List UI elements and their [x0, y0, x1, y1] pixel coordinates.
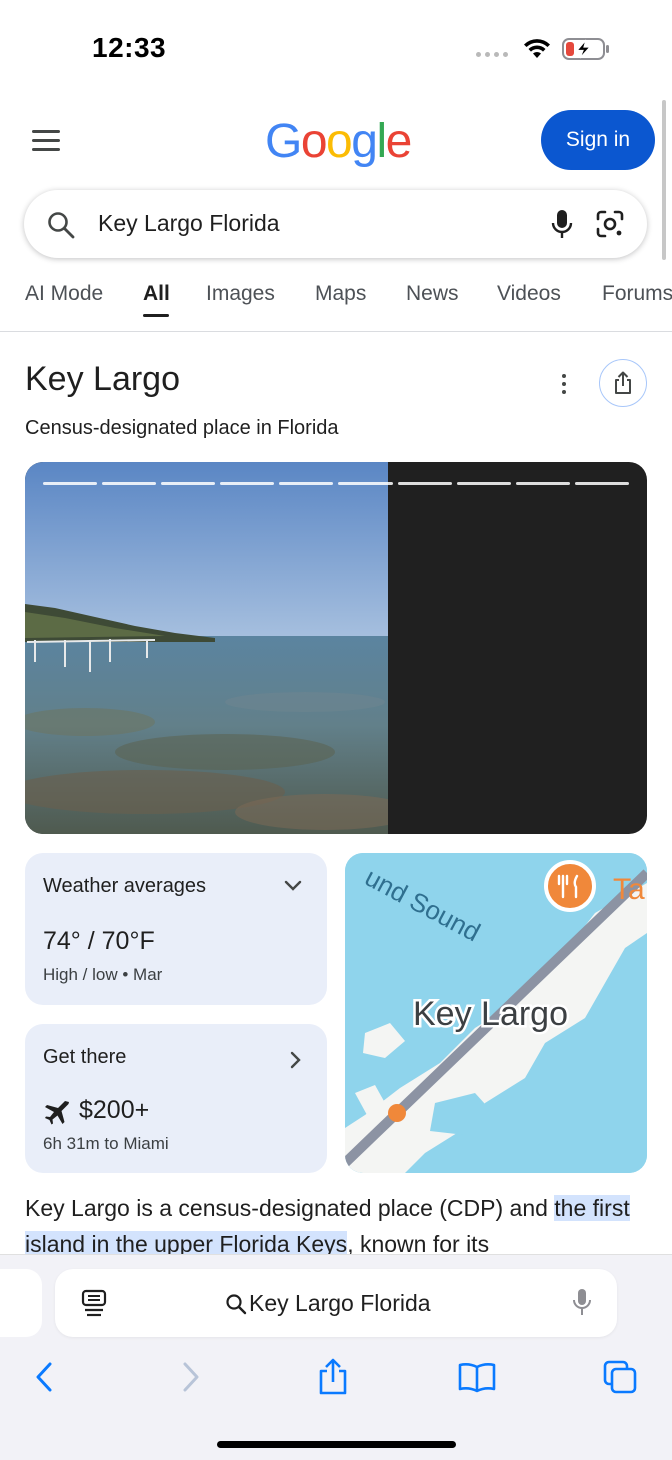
airplane-icon — [45, 1101, 69, 1125]
active-tab-indicator — [143, 314, 169, 317]
status-bar: 12:33 — [0, 0, 672, 96]
weather-temperatures: 74° / 70°F — [43, 927, 155, 955]
share-button[interactable] — [599, 359, 647, 407]
sign-in-button[interactable]: Sign in — [541, 110, 655, 170]
flight-price: $200+ — [79, 1096, 150, 1124]
image-story-viewer[interactable] — [25, 462, 647, 834]
key-largo-photo[interactable] — [25, 462, 388, 834]
google-lens-icon[interactable] — [594, 208, 626, 240]
share-page-button[interactable] — [311, 1355, 355, 1399]
tabs-button[interactable] — [598, 1355, 642, 1399]
weather-detail: High / low • Mar — [43, 965, 163, 984]
home-indicator[interactable] — [217, 1441, 456, 1448]
search-icon — [226, 1294, 247, 1315]
get-there-title: Get there — [43, 1046, 127, 1068]
flight-detail: 6h 31m to Miami — [43, 1134, 169, 1153]
tab-all[interactable]: All — [143, 282, 170, 306]
page-menu-icon[interactable] — [81, 1289, 107, 1317]
previous-tab-preview[interactable] — [0, 1269, 42, 1337]
map-partial-label: Ta — [613, 873, 645, 906]
share-icon — [319, 1358, 347, 1395]
more-options-icon[interactable] — [554, 370, 574, 398]
chevron-right-icon[interactable] — [289, 1050, 303, 1070]
chevron-right-icon — [183, 1362, 199, 1392]
knowledge-panel-subtitle: Census-designated place in Florida — [25, 417, 339, 439]
search-input[interactable]: Key Largo Florida — [98, 210, 280, 237]
tab-forums[interactable]: Forums — [602, 282, 672, 306]
search-tabs: AI Mode All Images Maps News Videos Foru… — [0, 268, 672, 332]
address-text[interactable]: Key Largo Florida — [249, 1290, 431, 1317]
battery-charging-icon — [562, 38, 609, 60]
story-progress-bar — [43, 482, 629, 485]
map-card[interactable]: und Sound Ta Key Largo — [345, 853, 647, 1173]
get-there-card[interactable]: Get there $200+ 6h 31m to Miami — [25, 1024, 327, 1173]
chevron-down-icon[interactable] — [283, 879, 303, 893]
hamburger-menu-icon[interactable] — [32, 130, 60, 152]
knowledge-panel-title: Key Largo — [25, 360, 180, 398]
forward-button[interactable] — [169, 1355, 213, 1399]
bookmarks-button[interactable] — [455, 1355, 499, 1399]
tab-news[interactable]: News — [406, 282, 459, 306]
share-icon — [615, 371, 631, 394]
weather-card-title: Weather averages — [43, 875, 207, 897]
back-button[interactable] — [22, 1355, 66, 1399]
wifi-icon — [524, 39, 550, 58]
place-description: Key Largo is a census-designated place (… — [25, 1195, 630, 1257]
weather-averages-card[interactable]: Weather averages 74° / 70°F High / low •… — [25, 853, 327, 1005]
chevron-left-icon — [36, 1362, 52, 1392]
book-icon — [458, 1363, 496, 1393]
microphone-icon[interactable] — [571, 1287, 593, 1317]
status-time: 12:33 — [92, 32, 167, 63]
tab-ai-mode[interactable]: AI Mode — [25, 282, 103, 306]
search-icon — [48, 212, 75, 239]
tab-images[interactable]: Images — [206, 282, 275, 306]
cellular-signal-icon — [476, 52, 508, 57]
voice-search-mic-icon[interactable] — [548, 208, 576, 240]
map-place-label: Key Largo — [413, 995, 568, 1033]
tab-videos[interactable]: Videos — [497, 282, 561, 306]
tab-maps[interactable]: Maps — [315, 282, 366, 306]
google-header: Google Sign in — [0, 100, 672, 184]
address-bar[interactable]: Key Largo Florida — [55, 1269, 617, 1337]
tabs-icon — [603, 1360, 637, 1394]
search-box[interactable]: Key Largo Florida — [24, 190, 647, 258]
browser-bottom-bar: Key Largo Florida — [0, 1254, 672, 1460]
google-logo[interactable]: Google — [265, 114, 412, 169]
map-preview[interactable]: und Sound Ta Key Largo — [345, 853, 647, 1173]
